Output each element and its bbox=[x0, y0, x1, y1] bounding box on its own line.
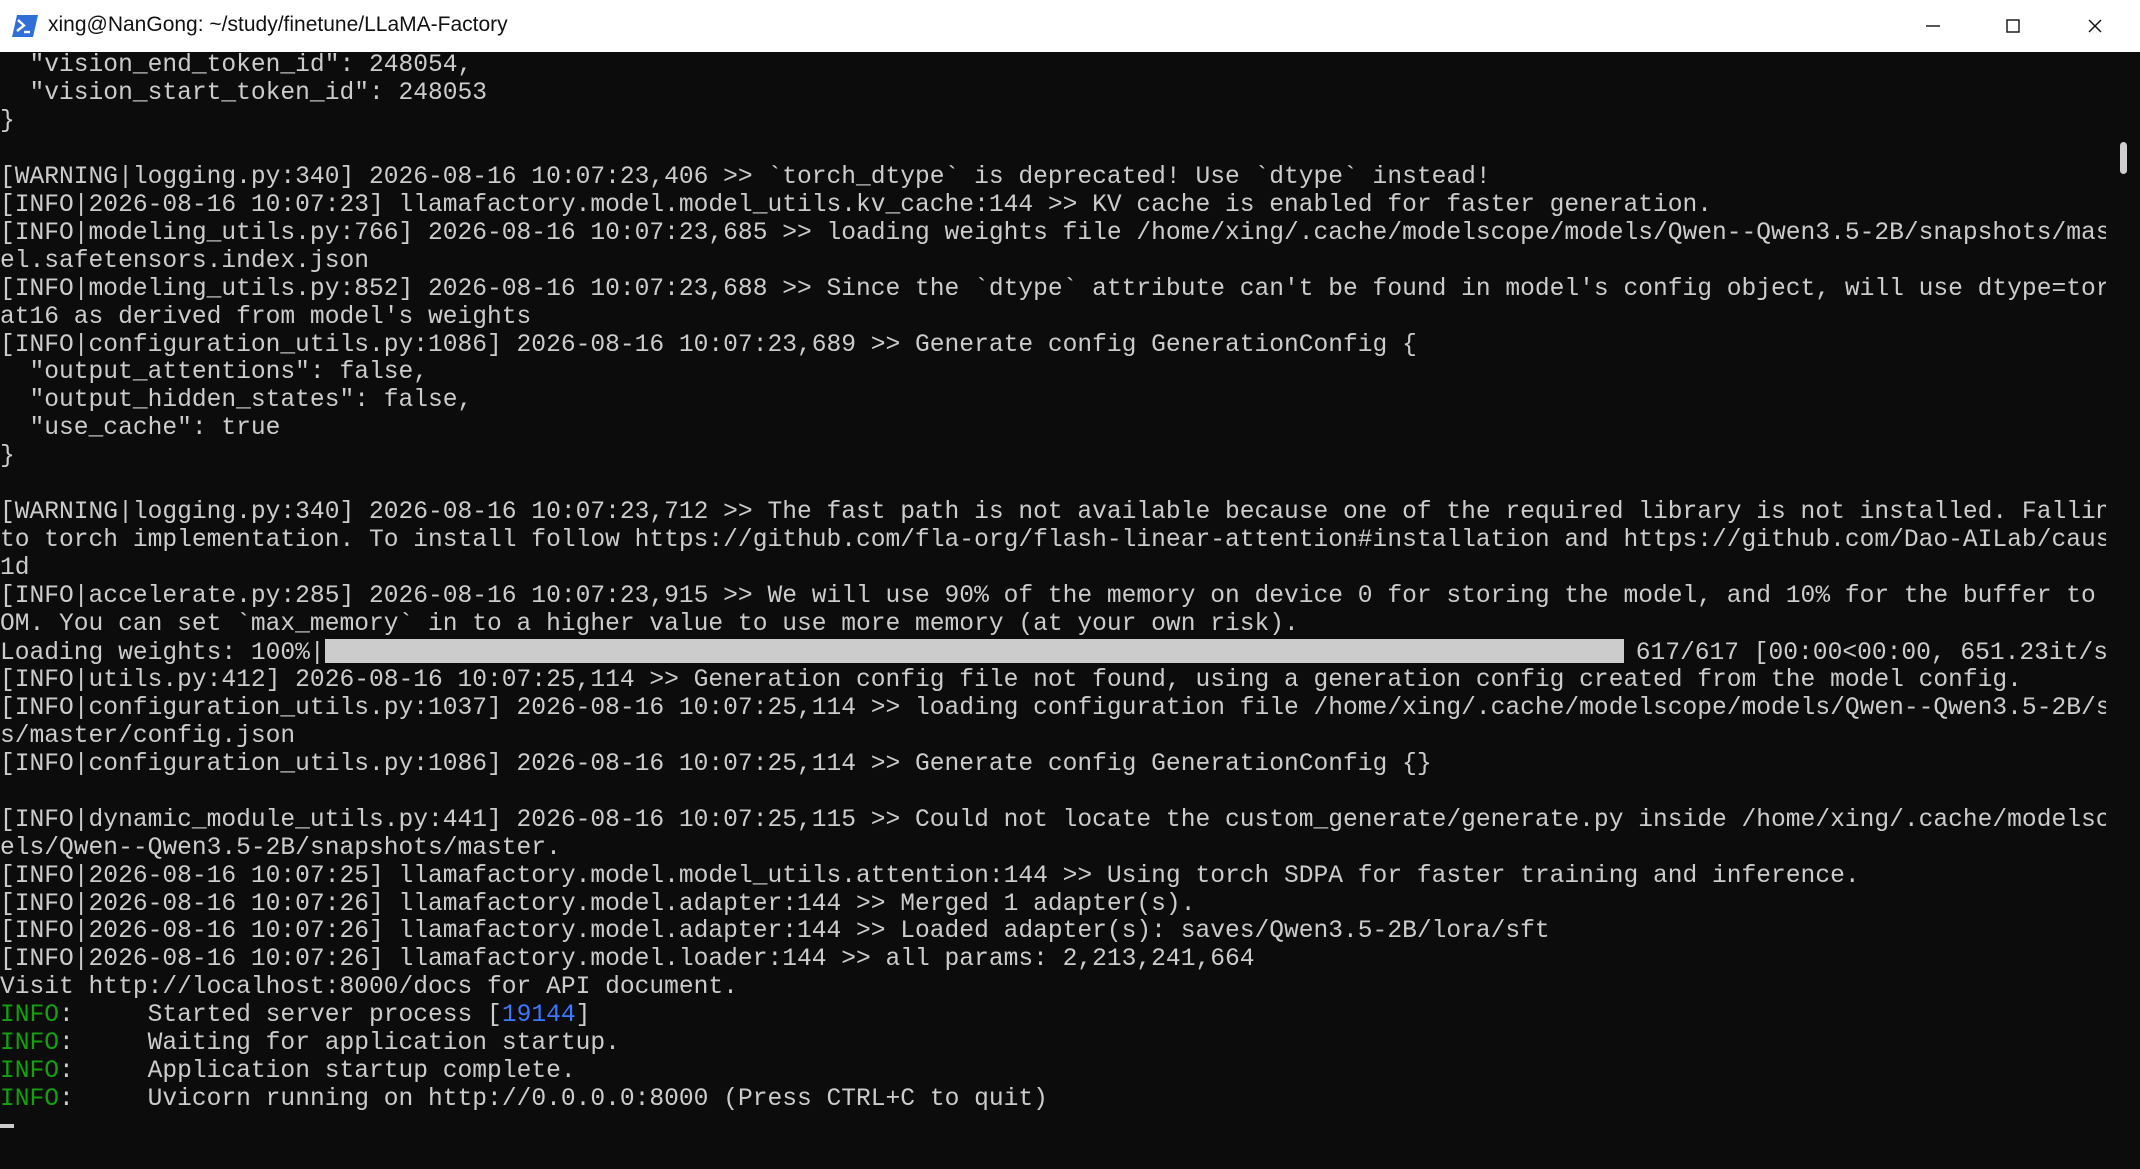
powershell-terminal-icon bbox=[12, 15, 38, 37]
terminal-line: "vision_start_token_id": 248053 bbox=[0, 79, 488, 107]
progress-bar bbox=[324, 638, 1624, 663]
progress-label: Loading weights: 100%| bbox=[0, 639, 325, 667]
terminal-line: "output_hidden_states": false, bbox=[0, 387, 473, 415]
terminal-line: } bbox=[0, 443, 15, 471]
terminal-line: [INFO|configuration_utils.py:1086] 2026-… bbox=[0, 331, 1417, 359]
log-message: Waiting for application startup. bbox=[147, 1030, 620, 1058]
text-cursor bbox=[0, 1124, 14, 1129]
terminal-line: "output_attentions": false, bbox=[0, 359, 429, 387]
terminal-line: s/master/config.json bbox=[0, 722, 296, 750]
log-message: Uvicorn running on http://0.0.0.0:8000 (… bbox=[147, 1086, 1048, 1114]
terminal-line: [INFO|utils.py:412] 2026-08-16 10:07:25,… bbox=[0, 666, 2022, 694]
terminal-line: "use_cache": true bbox=[0, 415, 281, 443]
uvicorn-log-line: INFO: Started server process [19144] bbox=[0, 1002, 590, 1030]
terminal-line: [INFO|configuration_utils.py:1037] 2026-… bbox=[0, 694, 2106, 722]
terminal-output[interactable]: "vision_end_token_id": 248054, "vision_s… bbox=[0, 52, 2106, 1169]
log-level: INFO bbox=[0, 1086, 60, 1114]
terminal-line: [INFO|modeling_utils.py:766] 2026-08-16 … bbox=[0, 219, 2106, 247]
uvicorn-log-line: INFO: Application startup complete. bbox=[0, 1058, 576, 1086]
vertical-scrollbar[interactable] bbox=[2106, 52, 2140, 1169]
log-level: INFO bbox=[0, 1002, 60, 1030]
terminal-line: 1d bbox=[0, 555, 30, 583]
progress-stats: 617/617 [00:00<00:00, 651.23it/s] bbox=[1635, 639, 2106, 667]
minimize-button[interactable] bbox=[1894, 0, 1972, 52]
close-button[interactable] bbox=[2056, 0, 2134, 52]
log-level: INFO bbox=[0, 1058, 60, 1086]
scrollbar-thumb[interactable] bbox=[2120, 142, 2127, 174]
terminal-line: [INFO|2026-08-16 10:07:23] llamafactory.… bbox=[0, 191, 1713, 219]
terminal-line: [INFO|dynamic_module_utils.py:441] 2026-… bbox=[0, 806, 2106, 834]
log-tail: ] bbox=[575, 1002, 591, 1030]
terminal-line: [INFO|accelerate.py:285] 2026-08-16 10:0… bbox=[0, 583, 2106, 611]
terminal-line: [INFO|2026-08-16 10:07:26] llamafactory.… bbox=[0, 946, 1255, 974]
uvicorn-log-line: INFO: Waiting for application startup. bbox=[0, 1030, 620, 1058]
terminal-line: [WARNING|logging.py:340] 2026-08-16 10:0… bbox=[0, 499, 2106, 527]
maximize-icon bbox=[2006, 19, 2020, 33]
terminal-line: [INFO|configuration_utils.py:1086] 2026-… bbox=[0, 750, 1432, 778]
minimize-icon bbox=[1926, 25, 1940, 27]
terminal-line: OM. You can set `max_memory` in to a hig… bbox=[0, 611, 1299, 638]
terminal-line: [INFO|2026-08-16 10:07:26] llamafactory.… bbox=[0, 918, 1550, 946]
log-separator: : bbox=[59, 1086, 148, 1114]
log-message: Started server process [ bbox=[147, 1002, 502, 1030]
title-bar[interactable]: xing@NanGong: ~/study/finetune/LLaMA-Fac… bbox=[0, 0, 2140, 53]
terminal-line: [INFO|modeling_utils.py:852] 2026-08-16 … bbox=[0, 275, 2106, 303]
terminal-line: [INFO|2026-08-16 10:07:26] llamafactory.… bbox=[0, 890, 1196, 918]
terminal-line: "vision_end_token_id": 248054, bbox=[0, 52, 473, 79]
progress-line: Loading weights: 100%| 617/617 [00:00<00:… bbox=[0, 638, 2106, 667]
maximize-button[interactable] bbox=[1974, 0, 2052, 52]
terminal-line: [INFO|2026-08-16 10:07:25] llamafactory.… bbox=[0, 862, 1860, 890]
log-separator: : bbox=[59, 1030, 148, 1058]
terminal-line: el.safetensors.index.json bbox=[0, 247, 369, 275]
process-id: 19144 bbox=[501, 1002, 576, 1030]
uvicorn-log-line: INFO: Uvicorn running on http://0.0.0.0:… bbox=[0, 1086, 1048, 1114]
terminal-line: els/Qwen--Qwen3.5-2B/snapshots/master. bbox=[0, 834, 561, 862]
close-icon bbox=[2088, 19, 2102, 33]
log-level: INFO bbox=[0, 1030, 60, 1058]
terminal-window: xing@NanGong: ~/study/finetune/LLaMA-Fac… bbox=[0, 0, 2140, 1169]
log-separator: : bbox=[59, 1058, 148, 1086]
terminal-line: [WARNING|logging.py:340] 2026-08-16 10:0… bbox=[0, 163, 1491, 191]
log-message: Application startup complete. bbox=[147, 1058, 576, 1086]
terminal-line: to torch implementation. To install foll… bbox=[0, 527, 2106, 555]
window-title: xing@NanGong: ~/study/finetune/LLaMA-Fac… bbox=[48, 13, 508, 36]
terminal-line: at16 as derived from model's weights bbox=[0, 303, 532, 331]
terminal-line: Visit http://localhost:8000/docs for API… bbox=[0, 974, 738, 1002]
terminal-line: } bbox=[0, 107, 15, 135]
log-separator: : bbox=[59, 1002, 148, 1030]
